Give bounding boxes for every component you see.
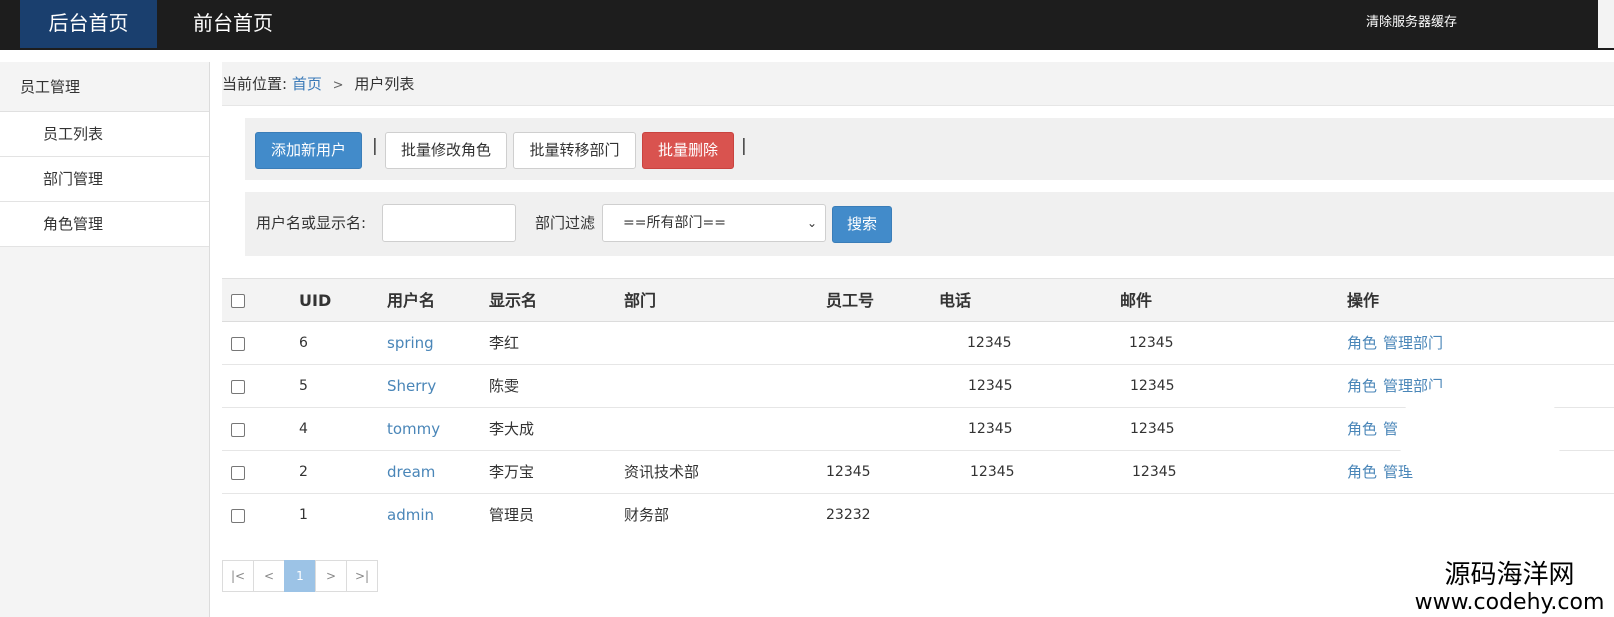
cell-email: 12345 [1129,335,1174,351]
cell-username-link[interactable]: Sherry [387,365,436,408]
cell-display-name: 李大成 [489,420,535,438]
cell-employee-no: 12345 [826,464,871,480]
cell-display-name: 陈雯 [489,377,520,395]
row-checkbox[interactable] [231,337,245,351]
table-header: UID 用户名 显示名 部门 员工号 电话 邮件 操作 [222,278,1614,322]
toolbar-divider: | [372,136,378,156]
cell-phone: 12345 [968,421,1013,437]
cell-display-name: 管理员 [489,506,535,524]
cell-username-link[interactable]: spring [387,322,434,365]
cell-phone: 12345 [967,335,1012,351]
cell-dept: 资讯技术部 [624,463,700,481]
breadcrumb-prefix: 当前位置: [222,75,288,93]
cell-uid: 1 [299,507,308,523]
cell-email: 12345 [1132,464,1177,480]
sidebar-group-staff[interactable]: 员工管理 [0,62,209,112]
cell-uid: 5 [299,378,308,394]
col-actions: 操作 [1347,291,1380,310]
cell-uid: 2 [299,464,308,480]
col-phone: 电话 [939,291,972,310]
col-email: 邮件 [1120,291,1153,310]
table-row: 5 Sherry 陈雯 12345 12345 角色 管理部门 [222,365,1614,408]
role-action-link[interactable]: 角色 [1347,451,1377,494]
col-display-name: 显示名 [489,291,538,310]
cell-display-name: 李红 [489,334,520,352]
sidebar-item-role-manage[interactable]: 角色管理 [0,202,209,247]
page-1-button[interactable]: 1 [284,560,316,592]
batch-change-role-button[interactable]: 批量修改角色 [385,132,507,169]
next-page-button[interactable]: > [315,560,347,592]
add-user-button[interactable]: 添加新用户 [255,132,362,169]
username-filter-label: 用户名或显示名: [256,214,367,232]
batch-transfer-dept-button[interactable]: 批量转移部门 [513,132,636,169]
nav-admin-home[interactable]: 后台首页 [20,0,157,48]
cell-phone: 12345 [968,378,1013,394]
col-dept: 部门 [624,291,657,310]
clear-cache-link[interactable]: 清除服务器缓存 [1366,0,1457,48]
nav-front-home[interactable]: 前台首页 [188,0,278,48]
breadcrumb: 当前位置: 首页 > 用户列表 [222,62,1614,106]
cell-uid: 4 [299,421,308,437]
table-row: 1 admin 管理员 财务部 23232 [222,494,1614,537]
batch-delete-button[interactable]: 批量删除 [642,132,734,169]
top-navbar: 后台首页 前台首页 清除服务器缓存 [0,0,1614,50]
sidebar: 员工管理 员工列表 部门管理 角色管理 [0,62,210,617]
role-action-link[interactable]: 角色 [1347,365,1377,408]
prev-page-button[interactable]: < [253,560,285,592]
search-button[interactable]: 搜索 [832,206,892,243]
chevron-down-icon: ⌄ [806,216,817,230]
dept-filter-label: 部门过滤 [535,214,596,232]
cell-email: 12345 [1130,378,1175,394]
manage-dept-action-link[interactable]: 管 [1383,408,1398,451]
watermark-title: 源码海洋网 [1444,560,1575,590]
watermark: 源码海洋网 www.codehy.com [1405,560,1614,617]
row-checkbox[interactable] [231,423,245,437]
col-uid: UID [299,291,332,310]
cell-dept: 财务部 [624,506,670,524]
topbar-edge [1598,0,1614,48]
cell-display-name: 李万宝 [489,463,535,481]
breadcrumb-current: 用户列表 [354,75,415,93]
row-checkbox[interactable] [231,380,245,394]
pagination: |< < 1 > >| [222,560,378,592]
row-checkbox[interactable] [231,509,245,523]
breadcrumb-home-link[interactable]: 首页 [292,75,322,93]
breadcrumb-separator: > [332,78,344,93]
first-page-button[interactable]: |< [222,560,254,592]
last-page-button[interactable]: >| [346,560,378,592]
cell-username-link[interactable]: admin [387,494,434,537]
redaction-patch [1400,388,1560,484]
cell-uid: 6 [299,335,308,351]
cell-username-link[interactable]: tommy [387,408,440,451]
table-row: 6 spring 李红 12345 12345 角色 管理部门 [222,322,1614,365]
dept-filter-selected: ==所有部门== [623,215,726,231]
role-action-link[interactable]: 角色 [1347,408,1377,451]
cell-employee-no: 23232 [826,507,871,523]
select-all-checkbox[interactable] [231,294,245,308]
row-checkbox[interactable] [231,466,245,480]
cell-phone: 12345 [970,464,1015,480]
manage-dept-action-link[interactable]: 管理部门 [1383,322,1443,365]
cell-email: 12345 [1130,421,1175,437]
toolbar-divider: | [741,136,747,156]
dept-filter-select[interactable]: ==所有部门== ⌄ [602,204,826,242]
col-username: 用户名 [387,291,436,310]
username-search-input[interactable] [382,204,516,242]
action-toolbar: 添加新用户 | 批量修改角色 批量转移部门 批量删除 | [245,118,1614,180]
filter-bar: 用户名或显示名: 部门过滤 ==所有部门== ⌄ 搜索 [245,192,1614,256]
cell-username-link[interactable]: dream [387,451,435,494]
role-action-link[interactable]: 角色 [1347,322,1377,365]
col-employee-no: 员工号 [826,291,875,310]
watermark-url: www.codehy.com [1414,590,1605,615]
sidebar-item-dept-manage[interactable]: 部门管理 [0,157,209,202]
sidebar-item-staff-list[interactable]: 员工列表 [0,112,209,157]
